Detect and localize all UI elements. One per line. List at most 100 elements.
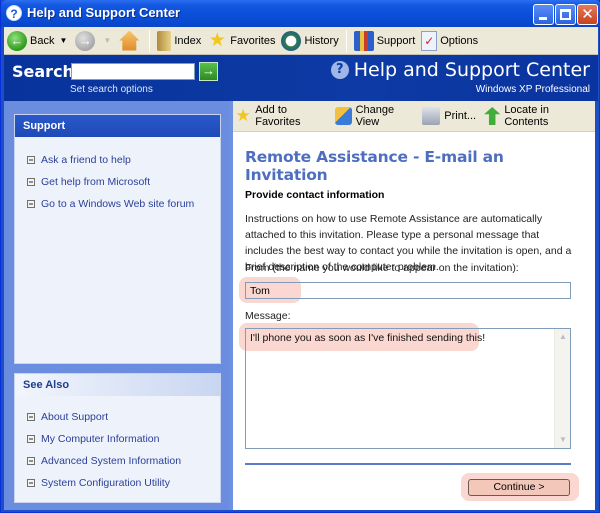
back-button[interactable]: ← Back: [4, 29, 57, 53]
main-toolbar: ← Back ▼ → ▼ Index ★ Favorites History S…: [4, 27, 598, 55]
back-arrow-icon: ←: [7, 30, 27, 51]
main-body: Support Ask a friend to help Get help fr…: [4, 101, 598, 510]
forward-button[interactable]: →: [72, 29, 101, 53]
history-label: History: [304, 34, 339, 47]
article: Remote Assistance - E-mail an Invitation…: [245, 148, 575, 275]
brand-title: ? Help and Support Center: [330, 59, 590, 81]
help-icon: ?: [330, 61, 349, 79]
see-also-panel-title: See Also: [15, 374, 220, 396]
close-button[interactable]: ✕: [577, 4, 598, 25]
locate-arrow-icon: [484, 107, 501, 125]
add-to-favorites-label: Add to Favorites: [255, 104, 301, 128]
from-label: From (the name you would like to appear …: [245, 262, 519, 274]
from-name-input[interactable]: [245, 282, 571, 299]
bullet-icon: [27, 457, 35, 465]
bullet-icon: [27, 413, 35, 421]
locate-in-contents-label: Locate in Contents: [504, 104, 549, 128]
window-title: Help and Support Center: [27, 5, 181, 20]
add-to-favorites-button[interactable]: ★ Add to Favorites: [235, 104, 327, 128]
bullet-icon: [27, 200, 35, 208]
sidebar-item-about-support[interactable]: About Support: [27, 406, 220, 428]
sidebar-item-label: Get help from Microsoft: [41, 176, 151, 188]
sidebar-item-microsoft-help[interactable]: Get help from Microsoft: [27, 171, 220, 193]
change-view-icon: [335, 107, 352, 125]
bullet-icon: [27, 435, 35, 443]
continue-button[interactable]: Continue >: [468, 479, 570, 496]
scroll-up-icon[interactable]: ▲: [556, 330, 570, 344]
content-toolbar: ★ Add to Favorites Change View Print... …: [233, 101, 595, 132]
sidebar-item-system-config-utility[interactable]: System Configuration Utility: [27, 472, 220, 494]
support-list: Ask a friend to help Get help from Micro…: [15, 137, 220, 215]
message-scrollbar[interactable]: ▲ ▼: [554, 329, 570, 448]
search-input[interactable]: [71, 63, 195, 80]
forward-dropdown-icon[interactable]: ▼: [103, 36, 111, 45]
minimize-button[interactable]: [533, 4, 554, 25]
help-and-support-window: ? Help and Support Center ✕ ← Back ▼ → ▼…: [0, 0, 600, 513]
divider: [245, 463, 571, 465]
locate-in-contents-button[interactable]: Locate in Contents: [484, 104, 587, 128]
home-button[interactable]: [116, 29, 145, 53]
add-favorite-star-icon: ★: [235, 106, 251, 125]
brand-title-text: Help and Support Center: [353, 59, 590, 81]
section-subtitle: Provide contact information: [245, 189, 385, 201]
bullet-icon: [27, 479, 35, 487]
change-view-label: Change View: [355, 104, 395, 128]
help-icon: ?: [6, 5, 22, 21]
page-title: Remote Assistance - E-mail an Invitation: [245, 148, 504, 184]
set-search-options-link[interactable]: Set search options: [70, 84, 153, 95]
options-label: Options: [440, 34, 479, 47]
sidebar-item-web-forum[interactable]: Go to a Windows Web site forum: [27, 193, 220, 215]
index-button[interactable]: Index: [154, 29, 204, 53]
favorites-label: Favorites: [230, 34, 276, 47]
history-button[interactable]: History: [278, 29, 341, 53]
print-button[interactable]: Print...: [422, 107, 476, 125]
search-go-button[interactable]: →: [199, 62, 218, 81]
printer-icon: [422, 107, 441, 125]
sidebar-item-label: My Computer Information: [41, 433, 160, 445]
support-panel: Support Ask a friend to help Get help fr…: [14, 114, 221, 364]
forward-arrow-icon: →: [75, 30, 96, 51]
support-panel-title: Support: [15, 115, 220, 137]
scroll-down-icon[interactable]: ▼: [556, 433, 570, 447]
brand-subtitle: Windows XP Professional: [475, 84, 590, 95]
sidebar: Support Ask a friend to help Get help fr…: [4, 101, 229, 510]
window-border: [595, 101, 598, 510]
options-button[interactable]: ✓ Options: [418, 29, 481, 53]
index-book-icon: [157, 30, 172, 51]
toolbar-separator: [149, 29, 151, 52]
index-label: Index: [174, 34, 202, 47]
bullet-icon: [27, 178, 35, 186]
bullet-icon: [27, 156, 35, 164]
search-label: Search: [12, 62, 74, 81]
sidebar-item-label: System Configuration Utility: [41, 477, 170, 489]
sidebar-item-label: About Support: [41, 411, 109, 423]
minimize-icon: [539, 17, 547, 20]
home-icon: [119, 30, 140, 51]
see-also-list: About Support My Computer Information Ad…: [15, 396, 220, 494]
message-label: Message:: [245, 310, 291, 322]
back-label: Back: [30, 34, 55, 47]
support-icon: [353, 30, 374, 51]
search-header: Search → Set search options ? Help and S…: [4, 55, 598, 101]
maximize-icon: [560, 9, 571, 20]
sidebar-item-my-computer-info[interactable]: My Computer Information: [27, 428, 220, 450]
change-view-button[interactable]: Change View: [335, 104, 414, 128]
message-text: I'll phone you as soon as I've finished …: [250, 332, 486, 344]
content-pane: ★ Add to Favorites Change View Print... …: [233, 101, 595, 510]
favorites-star-icon: ★: [208, 29, 226, 51]
sidebar-item-ask-friend[interactable]: Ask a friend to help: [27, 149, 220, 171]
arrow-right-icon: →: [202, 63, 215, 78]
favorites-button[interactable]: ★ Favorites: [204, 29, 278, 53]
title-bar[interactable]: ? Help and Support Center ✕: [1, 0, 600, 27]
sidebar-item-label: Advanced System Information: [41, 455, 182, 467]
print-label: Print...: [444, 110, 477, 122]
toolbar-separator: [345, 29, 347, 52]
support-label: Support: [376, 34, 416, 47]
see-also-panel: See Also About Support My Computer Infor…: [14, 373, 221, 503]
sidebar-item-label: Ask a friend to help: [41, 154, 131, 166]
back-dropdown-icon[interactable]: ▼: [59, 36, 67, 45]
sidebar-item-advanced-system-info[interactable]: Advanced System Information: [27, 450, 220, 472]
support-button[interactable]: Support: [351, 29, 419, 53]
maximize-button[interactable]: [555, 4, 576, 25]
message-textarea[interactable]: I'll phone you as soon as I've finished …: [245, 328, 571, 449]
